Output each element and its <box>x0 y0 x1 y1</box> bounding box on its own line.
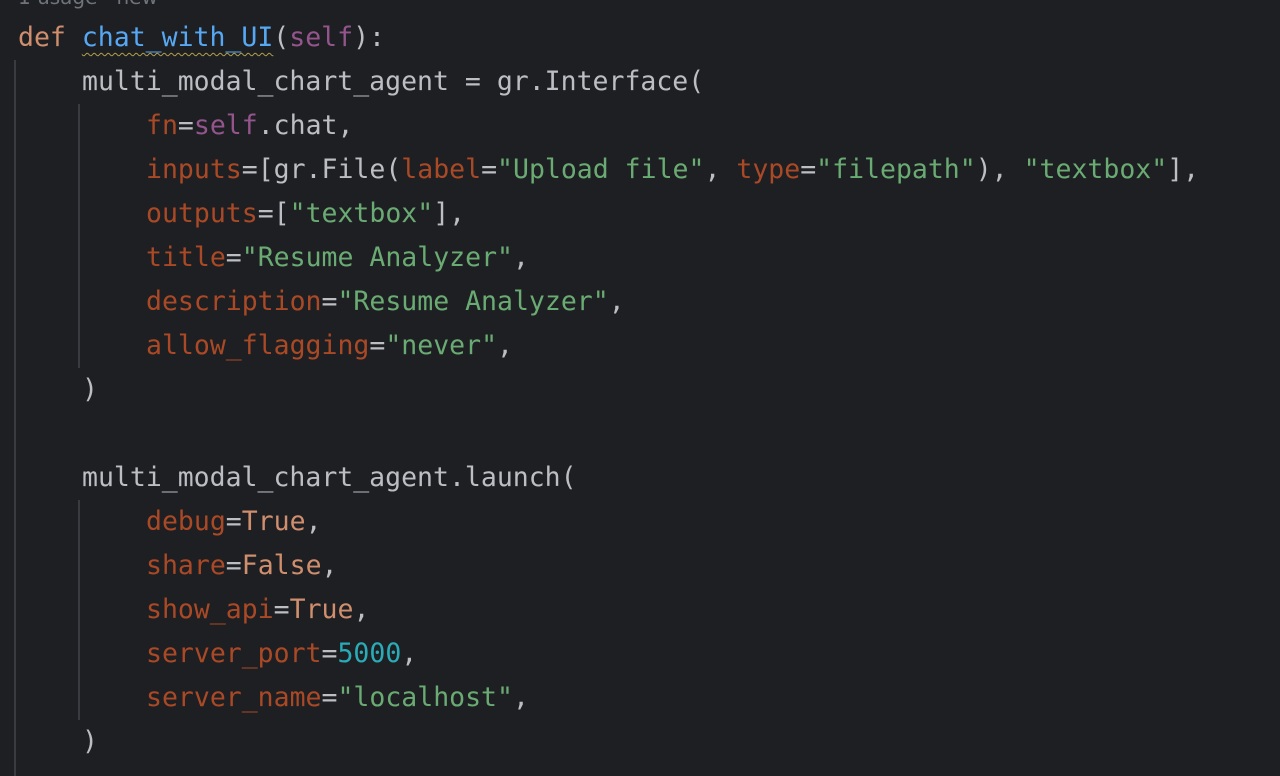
code-editor[interactable]: 1 usage new def chat_with_UI(self): mult… <box>0 0 1280 776</box>
code-token-plain: ) <box>82 726 98 757</box>
code-token-str: "Resume Analyzer" <box>337 286 609 317</box>
code-line-outputs-arg[interactable]: outputs=["textbox"], <box>146 192 465 236</box>
code-token-plain: , <box>608 286 625 317</box>
code-token-param: server_name <box>146 682 322 713</box>
code-token-selfkw: self <box>193 110 258 141</box>
indent-guide-interface <box>78 104 80 368</box>
code-token-plain: =[ <box>257 198 290 229</box>
code-token-param: server_port <box>146 638 322 669</box>
code-token-plain: , <box>321 550 338 581</box>
code-token-plain: = <box>321 638 338 669</box>
code-token-plain: = <box>225 242 242 273</box>
code-token-plain: .chat, <box>257 110 354 141</box>
code-token-num: 5000 <box>337 638 402 669</box>
code-token-str: "textbox" <box>1023 154 1168 185</box>
code-token-param: inputs <box>146 154 242 185</box>
code-token-plain: , <box>497 330 513 361</box>
indent-guide-outer <box>14 60 16 776</box>
code-token-str: "textbox" <box>289 198 434 229</box>
code-token-plain: = <box>481 154 498 185</box>
usage-hint[interactable]: 1 usage new <box>18 0 158 8</box>
code-line-close-interface[interactable]: ) <box>82 368 98 412</box>
code-token-plain: multi_modal_chart_agent.launch( <box>82 462 577 493</box>
code-token-plain: =[gr.File( <box>241 154 402 185</box>
code-token-plain: ): <box>353 22 386 53</box>
code-token-plain: = <box>273 594 290 625</box>
code-line-debug-arg[interactable]: debug=True, <box>146 500 322 544</box>
code-token-str: "filepath" <box>816 154 976 185</box>
code-token-kw: True <box>289 594 354 625</box>
code-line-server-name-arg[interactable]: server_name="localhost", <box>146 676 529 720</box>
code-token-str: "Upload file" <box>497 154 705 185</box>
code-token-param: share <box>146 550 226 581</box>
code-token-str: "never" <box>385 330 498 361</box>
code-token-kw: True <box>241 506 306 537</box>
code-token-plain: = <box>800 154 817 185</box>
code-token-plain: = <box>369 330 386 361</box>
code-token-plain: , <box>704 154 737 185</box>
code-token-plain: = <box>225 506 242 537</box>
code-token-plain: ], <box>433 198 466 229</box>
code-token-kw: False <box>241 550 322 581</box>
code-line-fn-arg[interactable]: fn=self.chat, <box>146 104 353 148</box>
code-token-param: debug <box>146 506 226 537</box>
code-line-inputs-arg[interactable]: inputs=[gr.File(label="Upload file", typ… <box>146 148 1199 192</box>
code-token-param: allow_flagging <box>146 330 370 361</box>
code-token-plain: ], <box>1167 154 1200 185</box>
code-token-plain: ), <box>975 154 1024 185</box>
code-token-plain: = <box>177 110 194 141</box>
code-token-param: outputs <box>146 198 258 229</box>
code-line-show-api-arg[interactable]: show_api=True, <box>146 588 369 632</box>
code-line-description-arg[interactable]: description="Resume Analyzer", <box>146 280 625 324</box>
code-token-plain: = <box>321 682 338 713</box>
code-token-plain: = <box>321 286 338 317</box>
code-token-str: "Resume Analyzer" <box>241 242 513 273</box>
code-line-allow-flagging-arg[interactable]: allow_flagging="never", <box>146 324 513 368</box>
code-token-str: "localhost" <box>337 682 513 713</box>
code-token-param: description <box>146 286 322 317</box>
code-line-def[interactable]: def chat_with_UI(self): <box>18 16 385 60</box>
code-token-plain: ) <box>82 374 98 405</box>
code-token-plain: , <box>401 638 418 669</box>
code-token-plain: , <box>512 682 529 713</box>
code-line-close-launch[interactable]: ) <box>82 720 98 764</box>
code-line-launch-call[interactable]: multi_modal_chart_agent.launch( <box>82 456 577 500</box>
code-token-plain: , <box>305 506 322 537</box>
code-line-server-port-arg[interactable]: server_port=5000, <box>146 632 417 676</box>
code-token-param: label <box>401 154 482 185</box>
code-token-param: type <box>736 154 801 185</box>
code-token-plain: , <box>512 242 529 273</box>
code-token-param: title <box>146 242 226 273</box>
code-token-param: show_api <box>146 594 274 625</box>
code-line-title-arg[interactable]: title="Resume Analyzer", <box>146 236 529 280</box>
code-token-selfkw: self <box>289 22 354 53</box>
code-token-fn: chat_with_UI <box>81 22 274 53</box>
code-line-share-arg[interactable]: share=False, <box>146 544 338 588</box>
code-token-kw: def <box>18 22 66 53</box>
code-token-plain: multi_modal_chart_agent = gr.Interface( <box>82 66 705 97</box>
indent-guide-launch <box>78 500 80 720</box>
code-token-plain: = <box>225 550 242 581</box>
code-token-plain: , <box>353 594 370 625</box>
code-token-plain: ( <box>273 22 290 53</box>
code-token-param: fn <box>146 110 178 141</box>
code-line-interface-assign[interactable]: multi_modal_chart_agent = gr.Interface( <box>82 60 704 104</box>
